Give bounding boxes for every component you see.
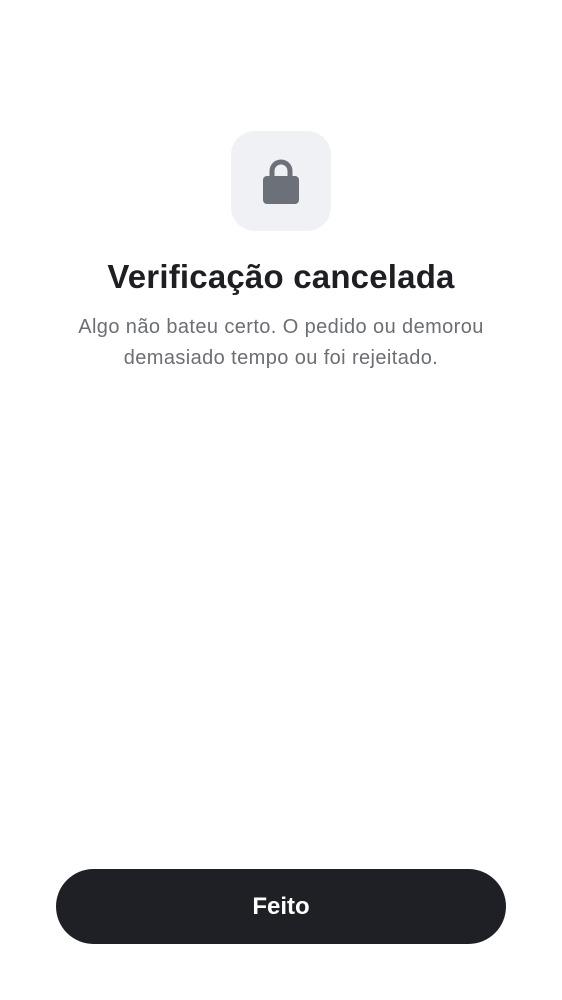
done-button[interactable]: Feito — [56, 869, 506, 944]
status-message: Algo não bateu certo. O pedido ou demoro… — [78, 316, 484, 369]
verification-cancelled-screen: Verificação cancelada Algo não bateu cer… — [0, 0, 562, 1000]
page-title: Verificação cancelada — [107, 258, 455, 295]
lock-icon-tile — [231, 131, 331, 231]
lock-icon — [263, 158, 299, 204]
